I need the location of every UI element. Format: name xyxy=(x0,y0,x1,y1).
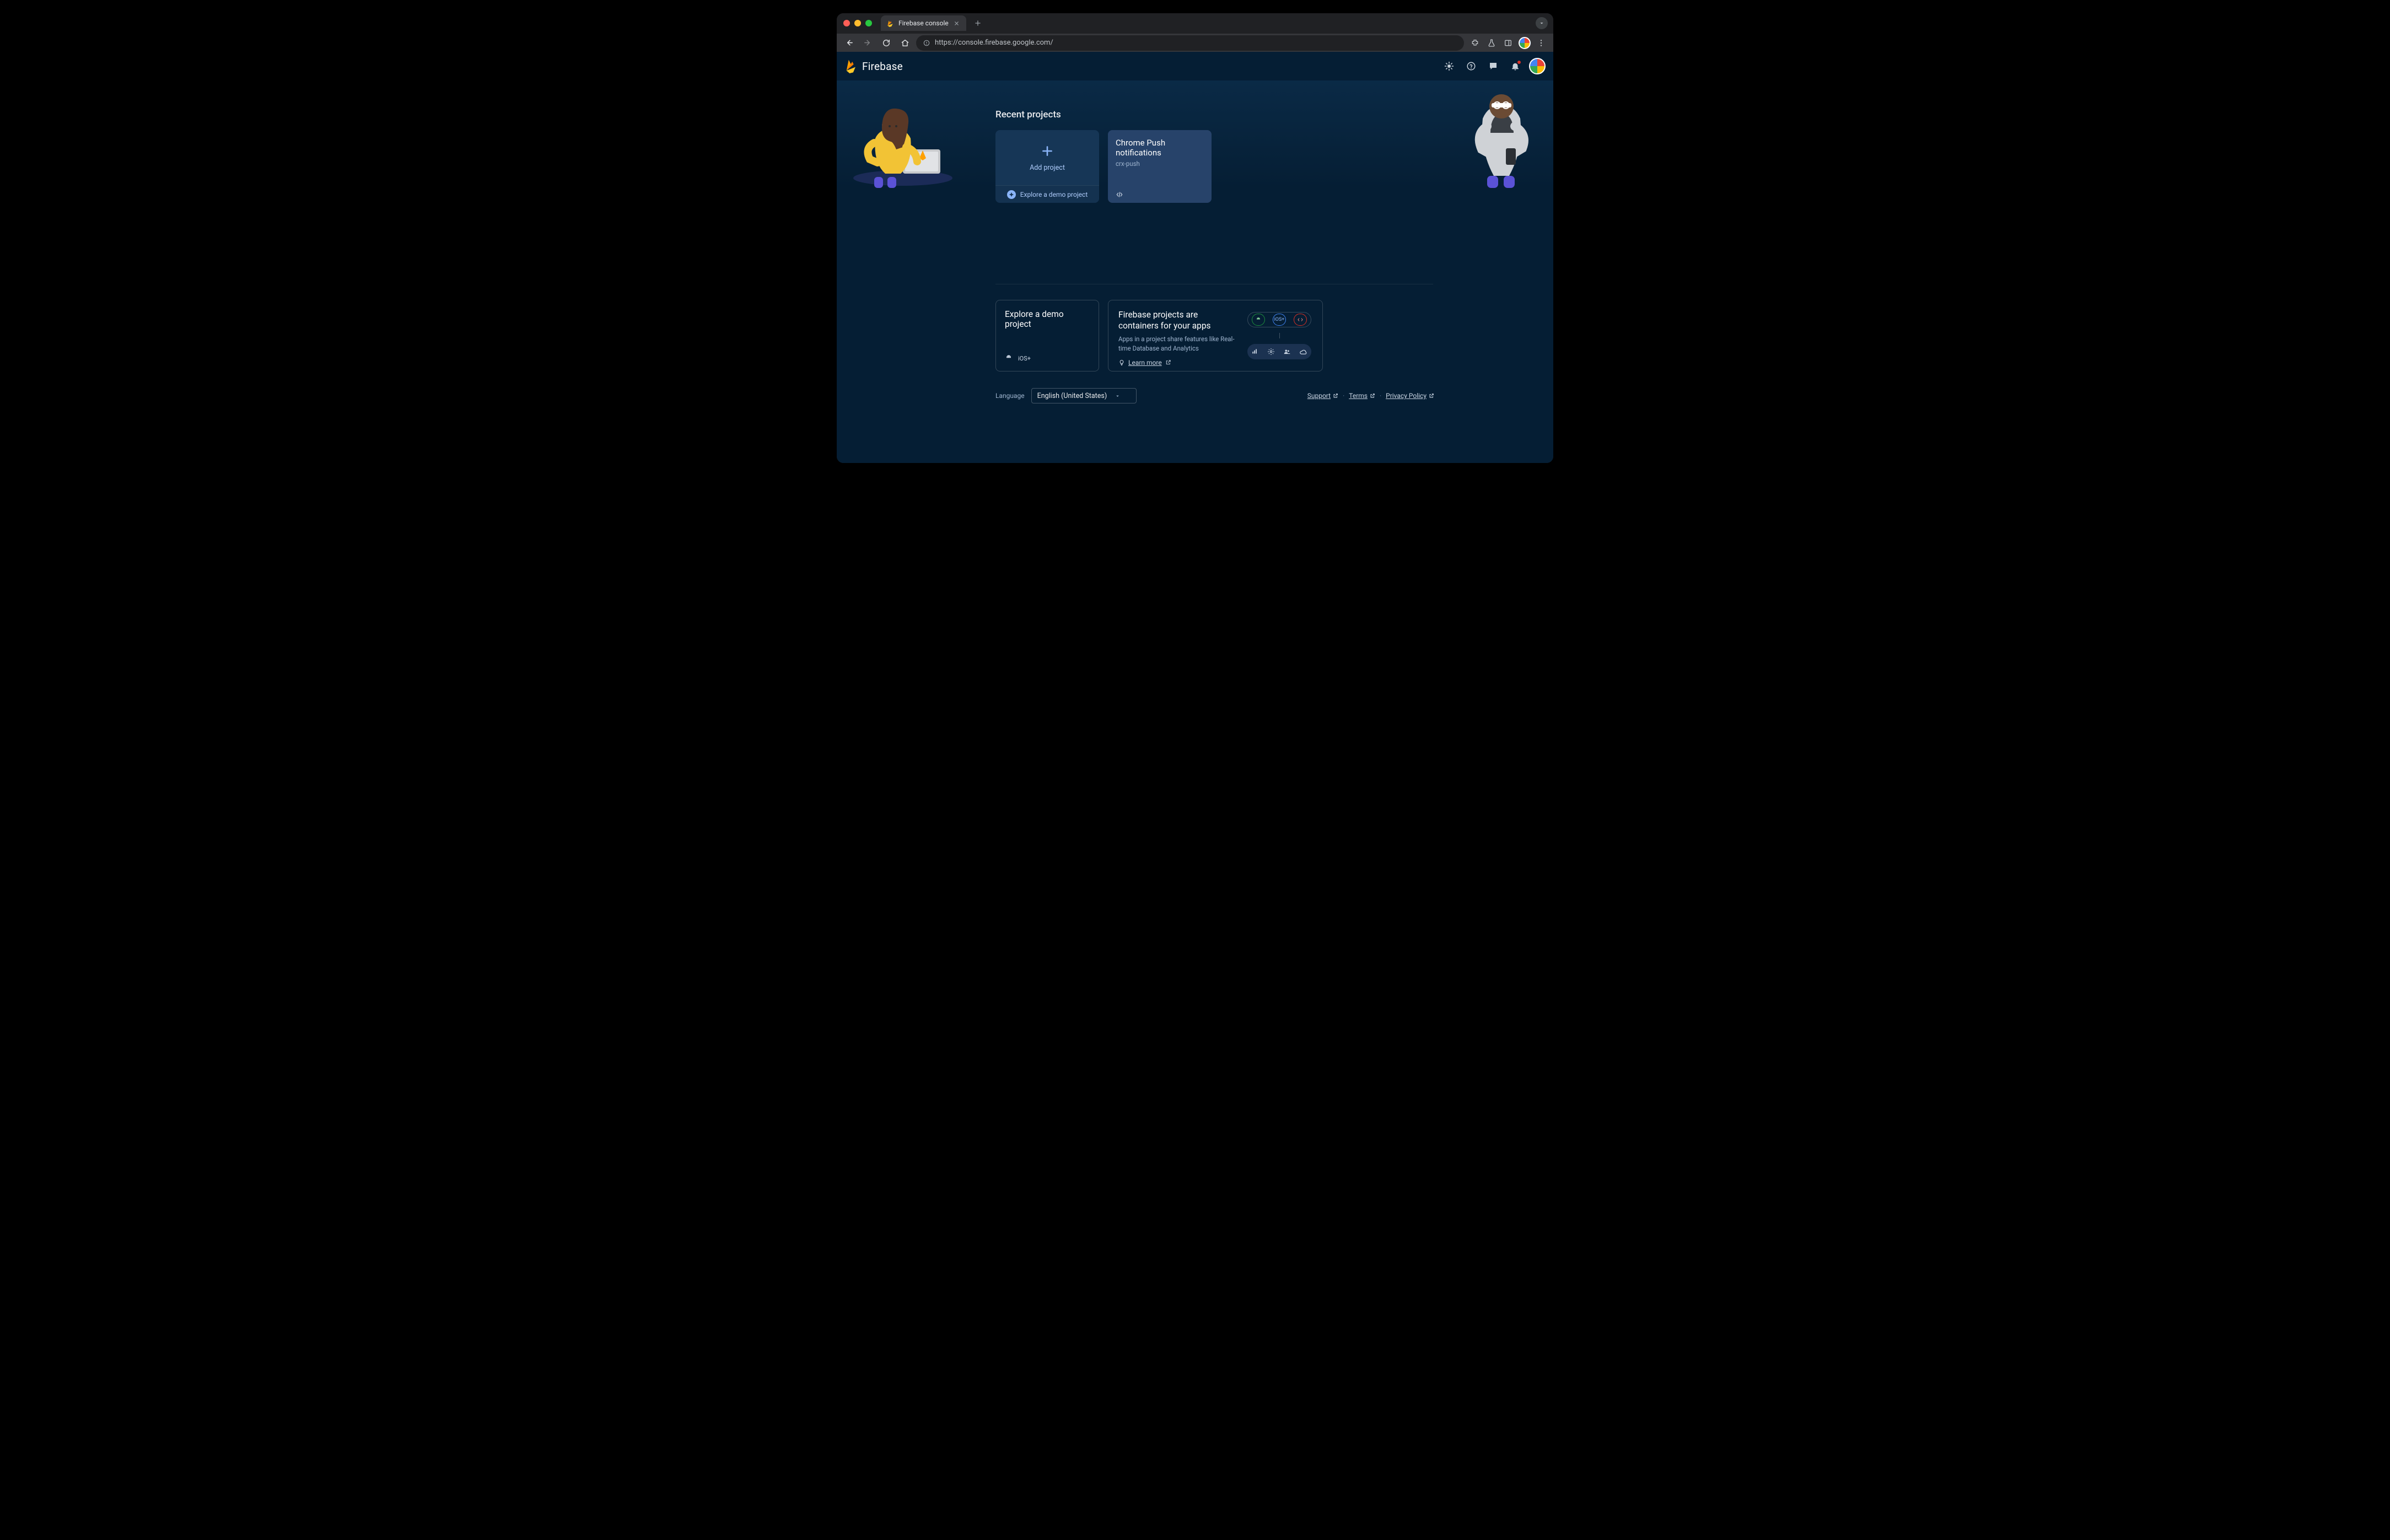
project-cards-row: Add project Explore a demo project Chrom… xyxy=(995,130,1434,203)
browser-tab[interactable]: Firebase console xyxy=(881,15,966,31)
nav-home-button[interactable] xyxy=(897,35,913,51)
labs-button[interactable] xyxy=(1484,35,1499,51)
external-link-icon xyxy=(1165,359,1171,365)
privacy-link[interactable]: Privacy Policy xyxy=(1386,392,1434,400)
terms-link-text: Terms xyxy=(1349,392,1368,400)
theme-toggle-button[interactable] xyxy=(1441,58,1457,74)
project-card[interactable]: Chrome Push notifications crx-push xyxy=(1108,130,1212,203)
project-title: Chrome Push notifications xyxy=(1116,138,1204,158)
privacy-link-text: Privacy Policy xyxy=(1386,392,1427,400)
notifications-button[interactable] xyxy=(1507,58,1524,74)
chrome-menu-button[interactable] xyxy=(1533,35,1549,51)
platforms-pill: iOS+ xyxy=(1247,312,1311,327)
features-pill xyxy=(1247,344,1311,359)
analytics-icon xyxy=(1251,348,1259,356)
support-link-text: Support xyxy=(1307,392,1331,400)
learn-more-link[interactable]: Learn more xyxy=(1118,359,1236,367)
tab-title: Firebase console xyxy=(898,19,949,27)
browser-tabstrip: Firebase console xyxy=(837,13,1553,33)
tab-close-button[interactable] xyxy=(953,19,961,27)
recent-projects-heading: Recent projects xyxy=(995,80,1434,130)
support-link[interactable]: Support xyxy=(1307,392,1338,400)
ios-chip-icon: iOS+ xyxy=(1273,314,1286,326)
nav-reload-button[interactable] xyxy=(879,35,894,51)
info-panels-row: Explore a demo project iOS+ Firebase pro… xyxy=(995,300,1434,371)
project-id: crx-push xyxy=(1116,160,1204,168)
help-button[interactable] xyxy=(1463,58,1479,74)
account-avatar-button[interactable] xyxy=(1529,58,1546,74)
nav-forward-button[interactable] xyxy=(860,35,875,51)
cloud-icon xyxy=(1299,348,1307,356)
explore-demo-title: Explore a demo project xyxy=(1005,309,1090,329)
explore-demo-panel[interactable]: Explore a demo project iOS+ xyxy=(995,300,1099,371)
add-project-button[interactable]: Add project xyxy=(995,130,1099,185)
url-text: https://console.firebase.google.com/ xyxy=(935,39,1053,47)
notification-dot-icon xyxy=(1517,60,1521,64)
android-chip-icon xyxy=(1252,314,1265,326)
app-content: Recent projects Add project xyxy=(837,80,1553,463)
external-link-icon xyxy=(1370,393,1375,399)
add-project-label: Add project xyxy=(1030,164,1065,172)
firebase-logo-icon xyxy=(844,59,857,73)
terms-link[interactable]: Terms xyxy=(1349,392,1375,400)
site-info-icon[interactable] xyxy=(923,39,930,47)
nav-back-button[interactable] xyxy=(841,35,857,51)
hero-banner: Recent projects Add project xyxy=(837,80,1553,188)
firebase-brand: Firebase xyxy=(862,60,903,73)
browser-window: Firebase console http xyxy=(837,13,1553,463)
address-bar[interactable]: https://console.firebase.google.com/ xyxy=(916,35,1464,51)
containers-description: Apps in a project share features like Re… xyxy=(1118,335,1236,353)
lightbulb-icon xyxy=(1118,359,1125,366)
window-minimize-button[interactable] xyxy=(854,20,861,26)
web-platform-icon xyxy=(1115,191,1124,198)
web-chip-icon xyxy=(1294,314,1307,326)
browser-actions xyxy=(1467,35,1549,51)
app-header: Firebase xyxy=(837,52,1553,80)
android-icon xyxy=(1005,354,1013,362)
firebase-favicon-icon xyxy=(886,19,894,27)
extensions-button[interactable] xyxy=(1467,35,1483,51)
compass-icon xyxy=(1007,190,1016,199)
learn-more-text: Learn more xyxy=(1128,359,1162,367)
dropdown-arrow-icon xyxy=(1115,393,1121,399)
language-value: English (United States) xyxy=(1037,392,1107,400)
profile-button[interactable] xyxy=(1517,35,1532,51)
side-panel-button[interactable] xyxy=(1500,35,1516,51)
window-close-button[interactable] xyxy=(843,20,850,26)
new-tab-button[interactable] xyxy=(971,16,985,30)
window-controls xyxy=(843,20,872,26)
external-link-icon xyxy=(1333,393,1338,399)
external-link-icon xyxy=(1429,393,1434,399)
settings-icon xyxy=(1267,348,1275,356)
ios-label: iOS+ xyxy=(1018,355,1031,362)
page-footer: Language English (United States) Support… xyxy=(995,388,1434,403)
add-project-card: Add project Explore a demo project xyxy=(995,130,1099,203)
illustration-right-icon xyxy=(1453,83,1547,188)
illustration-left-icon xyxy=(842,83,958,188)
containers-panel: Firebase projects are containers for you… xyxy=(1108,300,1323,371)
containers-illustration: iOS+ xyxy=(1246,309,1312,362)
plus-icon xyxy=(1040,144,1054,158)
window-zoom-button[interactable] xyxy=(865,20,872,26)
language-label: Language xyxy=(995,392,1025,400)
browser-toolbar: https://console.firebase.google.com/ xyxy=(837,33,1553,52)
feedback-button[interactable] xyxy=(1485,58,1501,74)
containers-title: Firebase projects are containers for you… xyxy=(1118,309,1236,331)
language-select[interactable]: English (United States) xyxy=(1031,388,1137,403)
explore-demo-link[interactable]: Explore a demo project xyxy=(1020,191,1088,198)
people-icon xyxy=(1283,348,1291,356)
tabs-dropdown-button[interactable] xyxy=(1536,17,1548,29)
profile-avatar-icon xyxy=(1519,37,1531,49)
